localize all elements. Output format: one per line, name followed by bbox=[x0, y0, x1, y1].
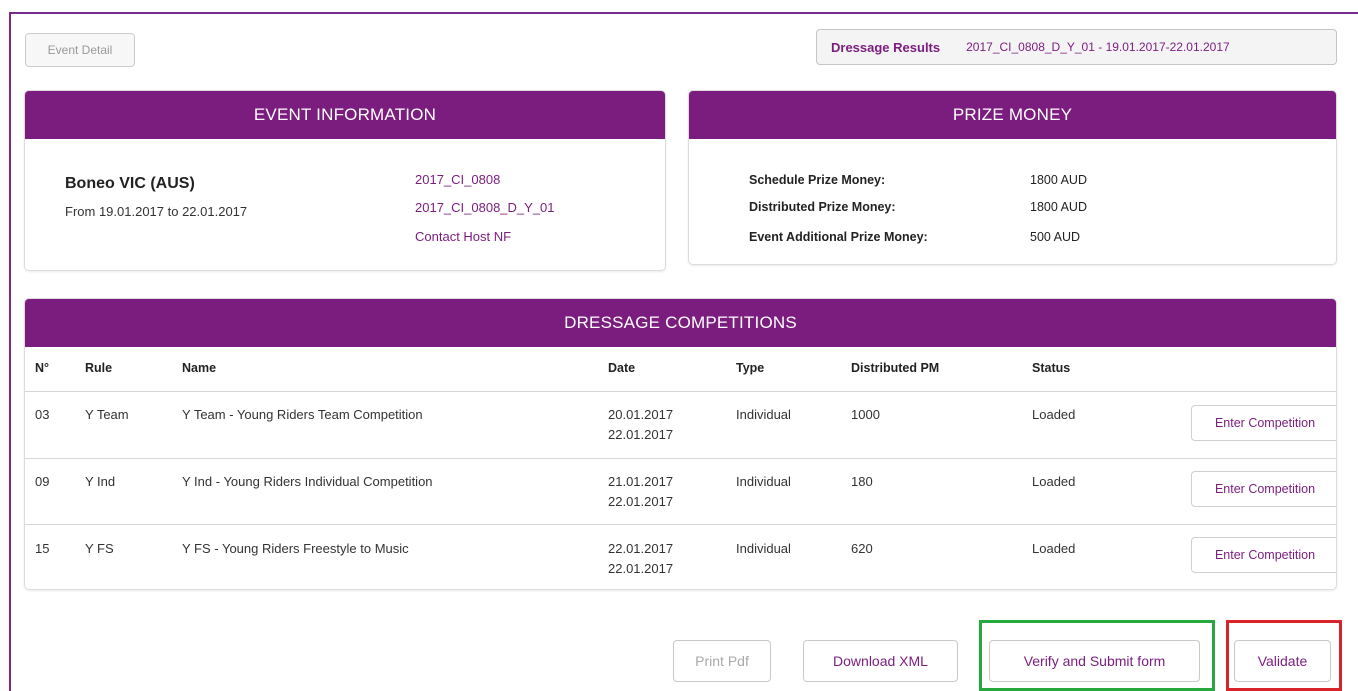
column-header-type: Type bbox=[736, 361, 765, 375]
row-name: Y FS - Young Riders Freestyle to Music bbox=[182, 541, 409, 556]
row-date-start: 22.01.2017 bbox=[608, 541, 674, 556]
distributed-prize-label: Distributed Prize Money: bbox=[749, 200, 896, 214]
dressage-competitions-panel: DRESSAGE COMPETITIONS N° Rule Name Date … bbox=[24, 298, 1337, 590]
row-type: Individual bbox=[736, 474, 791, 489]
row-rule: Y Ind bbox=[85, 474, 116, 489]
event-dates: From 19.01.2017 to 22.01.2017 bbox=[65, 204, 248, 219]
row-distributed-pm: 1000 bbox=[851, 407, 880, 422]
row-distributed-pm: 180 bbox=[851, 474, 873, 489]
event-detail-button[interactable]: Event Detail bbox=[25, 33, 135, 67]
row-number: 03 bbox=[35, 407, 50, 422]
event-venue: Boneo VIC (AUS) bbox=[65, 175, 195, 192]
event-information-panel: EVENT INFORMATION Boneo VIC (AUS) From 1… bbox=[24, 90, 666, 271]
row-status: Loaded bbox=[1032, 474, 1076, 489]
print-pdf-button[interactable]: Print Pdf bbox=[673, 640, 771, 682]
row-date-end: 22.01.2017 bbox=[608, 561, 674, 576]
row-name: Y Team - Young Riders Team Competition bbox=[182, 407, 423, 422]
row-status: Loaded bbox=[1032, 407, 1076, 422]
validate-button[interactable]: Validate bbox=[1234, 640, 1331, 682]
prize-money-panel: PRIZE MONEY Schedule Prize Money: 1800 A… bbox=[688, 90, 1337, 265]
enter-competition-button[interactable]: Enter Competition bbox=[1191, 537, 1336, 573]
additional-prize-label: Event Additional Prize Money: bbox=[749, 230, 928, 244]
column-header-rule: Rule bbox=[85, 361, 113, 375]
column-header-no: N° bbox=[35, 361, 50, 375]
row-rule: Y Team bbox=[85, 407, 129, 422]
download-xml-button[interactable]: Download XML bbox=[803, 640, 958, 682]
row-divider bbox=[25, 524, 1336, 525]
results-value: 2017_CI_0808_D_Y_01 - 19.01.2017-22.01.2… bbox=[966, 40, 1230, 54]
row-date-start: 21.01.2017 bbox=[608, 474, 674, 489]
event-information-title: EVENT INFORMATION bbox=[25, 91, 665, 139]
additional-prize-value: 500 AUD bbox=[1030, 230, 1081, 244]
row-type: Individual bbox=[736, 541, 791, 556]
column-header-name: Name bbox=[182, 361, 217, 375]
schedule-prize-label: Schedule Prize Money: bbox=[749, 173, 886, 187]
competition-code-link[interactable]: 2017_CI_0808_D_Y_01 bbox=[415, 200, 555, 215]
row-date-end: 22.01.2017 bbox=[608, 494, 674, 509]
row-name: Y Ind - Young Riders Individual Competit… bbox=[182, 474, 433, 489]
schedule-prize-value: 1800 AUD bbox=[1030, 173, 1087, 187]
column-header-status: Status bbox=[1032, 361, 1071, 375]
prize-money-title: PRIZE MONEY bbox=[689, 91, 1336, 139]
distributed-prize-value: 1800 AUD bbox=[1030, 200, 1087, 214]
row-distributed-pm: 620 bbox=[851, 541, 873, 556]
row-date-start: 20.01.2017 bbox=[608, 407, 674, 422]
event-code-link[interactable]: 2017_CI_0808 bbox=[415, 172, 500, 187]
results-label: Dressage Results bbox=[831, 39, 941, 55]
enter-competition-button[interactable]: Enter Competition bbox=[1191, 405, 1336, 441]
enter-competition-button[interactable]: Enter Competition bbox=[1191, 471, 1336, 507]
contact-host-link[interactable]: Contact Host NF bbox=[415, 229, 511, 244]
column-header-date: Date bbox=[608, 361, 636, 375]
row-number: 09 bbox=[35, 474, 50, 489]
results-selector[interactable]: Dressage Results 2017_CI_0808_D_Y_01 - 1… bbox=[816, 29, 1337, 65]
row-type: Individual bbox=[736, 407, 791, 422]
row-divider bbox=[25, 391, 1336, 392]
row-status: Loaded bbox=[1032, 541, 1076, 556]
verify-submit-button[interactable]: Verify and Submit form bbox=[989, 640, 1200, 682]
column-header-distributed-pm: Distributed PM bbox=[851, 361, 940, 375]
row-divider bbox=[25, 458, 1336, 459]
row-number: 15 bbox=[35, 541, 50, 556]
row-date-end: 22.01.2017 bbox=[608, 427, 674, 442]
dressage-competitions-title: DRESSAGE COMPETITIONS bbox=[25, 299, 1336, 347]
row-rule: Y FS bbox=[85, 541, 114, 556]
